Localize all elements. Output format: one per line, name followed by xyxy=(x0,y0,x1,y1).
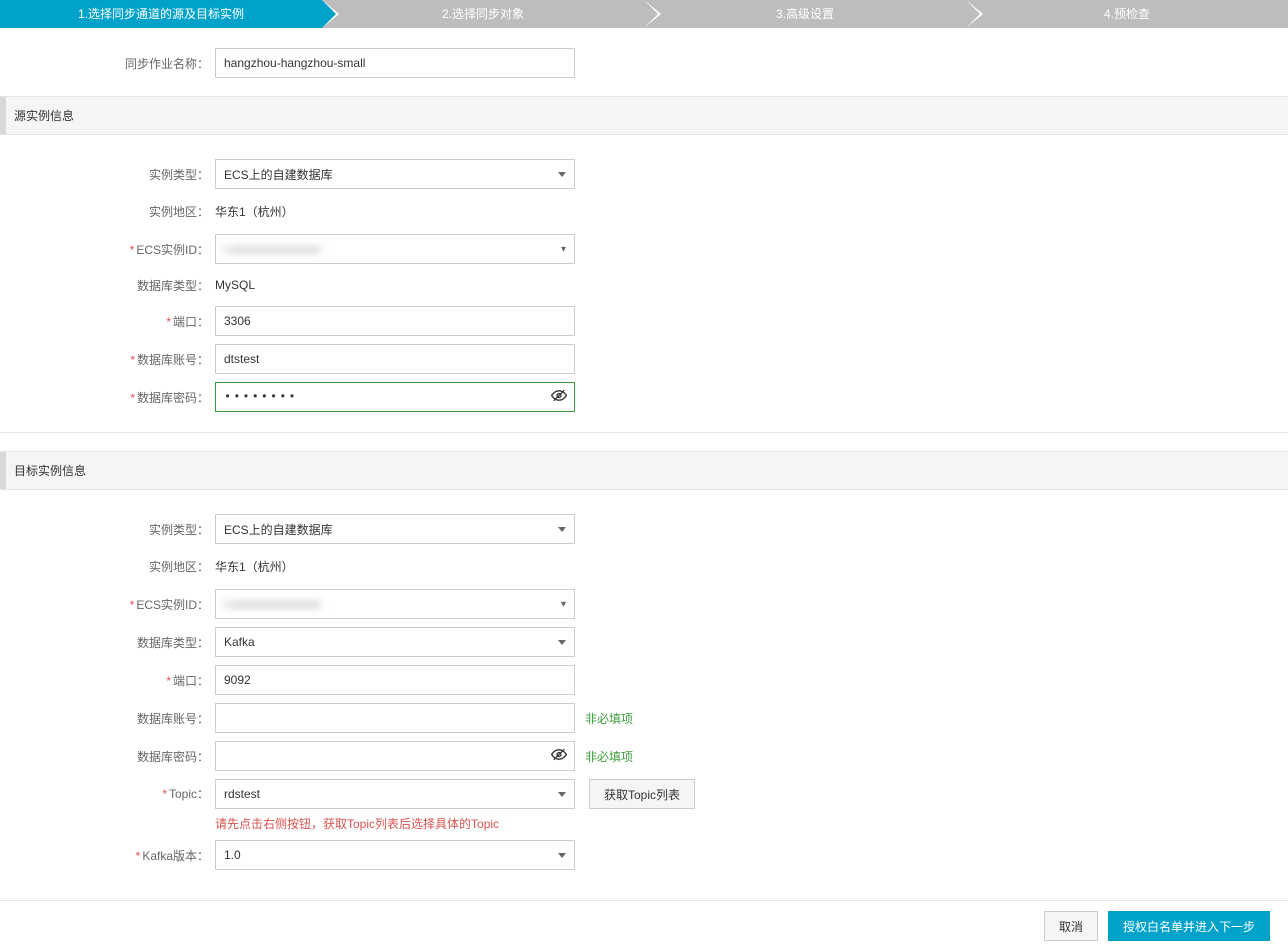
tgt-instance-type-value: ECS上的自建数据库 xyxy=(224,521,333,538)
src-db-password-input[interactable]: •••••••• xyxy=(215,382,575,412)
tgt-db-account-label: 数据库账号： xyxy=(0,710,215,727)
src-db-account-input[interactable] xyxy=(215,344,575,374)
tgt-db-password-input[interactable] xyxy=(215,741,575,771)
tgt-topic-select[interactable]: rdstest xyxy=(215,779,575,809)
tgt-topic-label: *Topic： xyxy=(0,779,215,802)
tgt-db-type-label: 数据库类型： xyxy=(0,634,215,651)
step-3-label: 3.高级设置 xyxy=(776,7,834,21)
job-name-input[interactable] xyxy=(215,48,575,78)
src-instance-type-label: 实例类型： xyxy=(0,166,215,183)
src-db-password-label: *数据库密码： xyxy=(0,389,215,406)
chevron-down-icon xyxy=(561,599,566,610)
step-4-label: 4.预检查 xyxy=(1104,7,1150,21)
src-db-type-value: MySQL xyxy=(215,272,255,298)
chevron-down-icon xyxy=(558,640,566,645)
step-2-label: 2.选择同步对象 xyxy=(442,7,524,21)
src-ecs-id-value: i-xxxxxxxxxxxxxxx xyxy=(224,242,321,256)
step-1[interactable]: 1.选择同步通道的源及目标实例 xyxy=(0,0,322,28)
footer-actions: 取消 授权白名单并进入下一步 xyxy=(0,900,1288,951)
tgt-topic-value: rdstest xyxy=(224,787,260,801)
src-port-label: *端口： xyxy=(0,313,215,330)
get-topic-list-button[interactable]: 获取Topic列表 xyxy=(589,779,695,809)
src-instance-region-label: 实例地区： xyxy=(0,203,215,220)
section-accent xyxy=(0,452,6,489)
tgt-port-label: *端口： xyxy=(0,672,215,689)
src-ecs-id-select[interactable]: i-xxxxxxxxxxxxxxx xyxy=(215,234,575,264)
src-instance-type-select[interactable]: ECS上的自建数据库 xyxy=(215,159,575,189)
step-1-label: 1.选择同步通道的源及目标实例 xyxy=(78,7,244,21)
cancel-button[interactable]: 取消 xyxy=(1044,911,1098,941)
tgt-db-password-label: 数据库密码： xyxy=(0,748,215,765)
step-4[interactable]: 4.预检查 xyxy=(966,0,1288,28)
src-db-type-label: 数据库类型： xyxy=(0,277,215,294)
tgt-kafka-version-label: *Kafka版本： xyxy=(0,847,215,864)
step-3[interactable]: 3.高级设置 xyxy=(644,0,966,28)
src-instance-region-value: 华东1（杭州） xyxy=(215,197,294,226)
target-section-title: 目标实例信息 xyxy=(14,464,86,478)
optional-hint: 非必填项 xyxy=(585,748,633,765)
tgt-kafka-version-select[interactable]: 1.0 xyxy=(215,840,575,870)
tgt-db-type-select[interactable]: Kafka xyxy=(215,627,575,657)
next-button[interactable]: 授权白名单并进入下一步 xyxy=(1108,911,1270,941)
password-dots: •••••••• xyxy=(224,390,298,404)
tgt-instance-type-label: 实例类型： xyxy=(0,521,215,538)
divider xyxy=(0,432,1288,433)
source-section-header: 源实例信息 xyxy=(0,96,1288,135)
src-instance-type-value: ECS上的自建数据库 xyxy=(224,166,333,183)
tgt-port-input[interactable] xyxy=(215,665,575,695)
topic-hint: 请先点击右侧按钮，获取Topic列表后选择具体的Topic xyxy=(215,815,499,832)
chevron-down-icon xyxy=(558,792,566,797)
tgt-ecs-id-label: *ECS实例ID： xyxy=(0,596,215,613)
chevron-down-icon xyxy=(558,527,566,532)
section-accent xyxy=(0,97,6,134)
chevron-down-icon xyxy=(561,244,566,255)
chevron-down-icon xyxy=(558,172,566,177)
target-section-header: 目标实例信息 xyxy=(0,451,1288,490)
tgt-instance-type-select[interactable]: ECS上的自建数据库 xyxy=(215,514,575,544)
tgt-instance-region-label: 实例地区： xyxy=(0,558,215,575)
tgt-ecs-id-select[interactable]: i-xxxxxxxxxxxxxxx xyxy=(215,589,575,619)
src-db-account-label: *数据库账号： xyxy=(0,351,215,368)
wizard-steps: 1.选择同步通道的源及目标实例 2.选择同步对象 3.高级设置 4.预检查 xyxy=(0,0,1288,28)
eye-icon[interactable] xyxy=(551,388,567,407)
tgt-db-account-input[interactable] xyxy=(215,703,575,733)
tgt-kafka-version-value: 1.0 xyxy=(224,848,241,862)
source-section-title: 源实例信息 xyxy=(14,109,74,123)
optional-hint: 非必填项 xyxy=(585,710,633,727)
tgt-instance-region-value: 华东1（杭州） xyxy=(215,552,294,581)
src-ecs-id-label: *ECS实例ID： xyxy=(0,241,215,258)
job-name-label: 同步作业名称： xyxy=(0,55,215,72)
step-2[interactable]: 2.选择同步对象 xyxy=(322,0,644,28)
eye-icon[interactable] xyxy=(551,747,567,766)
tgt-ecs-id-value: i-xxxxxxxxxxxxxxx xyxy=(224,597,321,611)
src-port-input[interactable] xyxy=(215,306,575,336)
tgt-db-type-value: Kafka xyxy=(224,635,255,649)
chevron-down-icon xyxy=(558,853,566,858)
